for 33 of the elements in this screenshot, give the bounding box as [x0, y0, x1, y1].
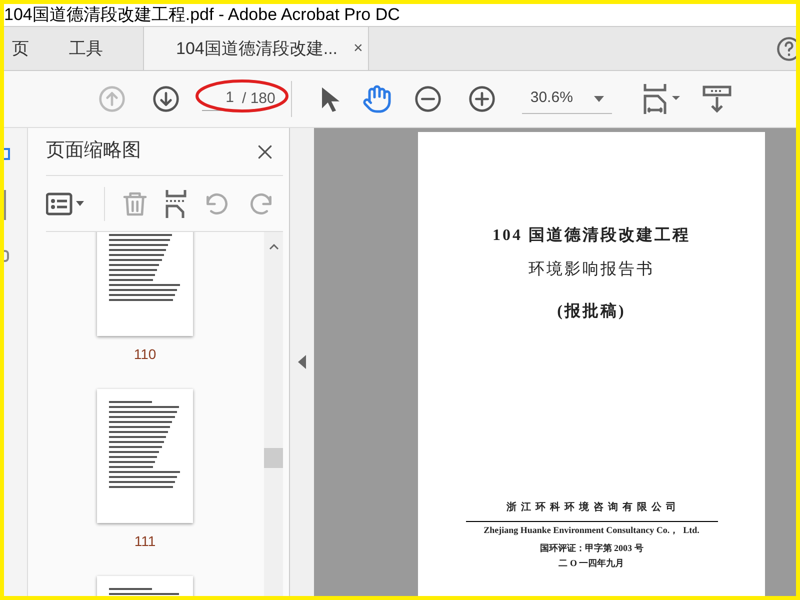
- company-name: 浙 江 环 科 环 境 咨 询 有 限 公 司: [506, 500, 677, 515]
- extract-page-icon[interactable]: [165, 190, 187, 218]
- company-english-name: Zhejiang Huanke Environment Consultancy Co.， Ltd.: [484, 524, 700, 537]
- scrollbar-thumb[interactable]: [264, 448, 283, 468]
- page-number: 111: [134, 532, 156, 551]
- window-title: 104国道德清段改建工程.pdf - Adobe Acrobat Pro DC: [4, 4, 400, 26]
- zoom-in-icon[interactable]: [468, 85, 496, 113]
- zoom-dropdown[interactable]: 30.6%: [522, 84, 612, 114]
- page-total: / 180: [242, 88, 276, 109]
- panel-title: 页面缩略图: [46, 139, 141, 164]
- document-title: 104 国道德清段改建工程: [492, 226, 690, 246]
- page-fit-icon[interactable]: [642, 84, 682, 114]
- document-date: 二 O 一四年九月: [558, 557, 624, 570]
- document-subtitle: (报批稿): [557, 301, 626, 322]
- zoom-out-icon[interactable]: [414, 85, 442, 113]
- next-page-icon[interactable]: [152, 85, 180, 113]
- caret-icon: [594, 96, 604, 102]
- scrollbar[interactable]: [264, 232, 283, 596]
- certificate-number: 国环评证：甲字第 2003 号: [540, 542, 644, 554]
- page-number: 110: [134, 345, 156, 364]
- tab[interactable]: 工具: [61, 27, 111, 70]
- scroll-up-icon[interactable]: [268, 244, 278, 250]
- page-number-field[interactable]: 1: [202, 87, 238, 111]
- hand-icon[interactable]: [362, 84, 392, 114]
- close-tab-button[interactable]: ×: [354, 36, 363, 60]
- collapse-arrow-icon[interactable]: [298, 355, 306, 369]
- document-title: 环境影响报告书: [528, 260, 654, 280]
- tab[interactable]: 页: [4, 27, 37, 70]
- help-icon[interactable]: [776, 36, 796, 62]
- page-thumbnail[interactable]: [97, 389, 193, 523]
- scroll-mode-icon[interactable]: [702, 85, 732, 113]
- page-thumbnail[interactable]: [97, 232, 193, 336]
- tab[interactable]: 104国道德清段改建... ×: [143, 27, 369, 70]
